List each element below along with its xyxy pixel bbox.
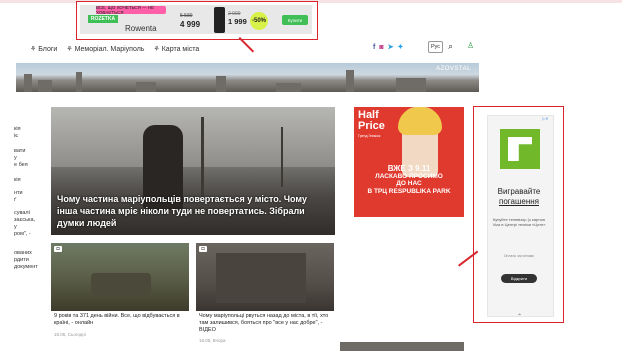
left-text[interactable]: рдити bbox=[14, 257, 48, 264]
building bbox=[396, 78, 426, 92]
ad-heading-line: Вигравайте bbox=[497, 187, 541, 196]
left-text[interactable]: сувалі bbox=[14, 210, 48, 217]
vehicle bbox=[91, 273, 151, 295]
pole bbox=[201, 117, 204, 197]
left-text[interactable]: ованих bbox=[14, 250, 48, 257]
ad-line: ДО НАС bbox=[396, 180, 422, 187]
sprout-icon: ⚘ bbox=[66, 46, 73, 53]
ad-line: ЛАСКАВО ПРОСИМО bbox=[375, 172, 443, 180]
nav-label: Блоги bbox=[38, 45, 58, 53]
nav-label: Меморіал. Маріуполь bbox=[74, 45, 145, 53]
ruined-building bbox=[216, 253, 306, 303]
ad-old-price-1: 5 589 bbox=[180, 13, 193, 19]
ad-heading-line: погашення bbox=[498, 197, 539, 206]
pole bbox=[281, 127, 283, 187]
nav-item-city-map[interactable]: ⚘ Карта міста bbox=[153, 45, 200, 54]
building bbox=[24, 74, 32, 92]
sprout-icon: ⚘ bbox=[153, 46, 160, 53]
left-text[interactable]: нти bbox=[14, 190, 48, 197]
left-text[interactable]: кія bbox=[14, 126, 48, 133]
user-icon[interactable]: ♙ bbox=[467, 41, 474, 50]
social-links: f ◙ ➤ ✦ bbox=[373, 43, 403, 52]
article-date: 18.05, Вчора bbox=[199, 338, 226, 343]
next-article-thumb[interactable] bbox=[340, 342, 464, 351]
left-news-column: кія іє вати у е бея кія нти ґ сувалі зає… bbox=[14, 126, 48, 271]
bank-logo bbox=[500, 129, 540, 169]
ad-buy-button[interactable]: Купити bbox=[282, 15, 308, 25]
ad-price-2: 1 999 bbox=[228, 17, 247, 26]
left-text[interactable]: ром", - bbox=[14, 231, 48, 238]
ad-heading: Вигравайте погашення bbox=[488, 187, 550, 207]
telegram-icon[interactable]: ➤ bbox=[388, 43, 394, 51]
half-price-ad[interactable]: Half Price Гренд Знижок ВЖЕ З 9.11 ЛАСКАВ… bbox=[354, 107, 464, 217]
left-text[interactable]: у bbox=[14, 224, 48, 231]
building bbox=[276, 83, 301, 92]
building bbox=[346, 70, 354, 92]
left-text[interactable]: ґ bbox=[14, 197, 48, 204]
top-ad-content[interactable]: ВСЕ, ЩО ХОЧЕТЬСЯ — НЕ ХОВАЄТЬСЯ ROZETKA … bbox=[80, 5, 312, 34]
nav-label: Карта міста bbox=[161, 45, 200, 53]
article-caption[interactable]: Чому маріупольці рвуться назад до міста,… bbox=[199, 313, 333, 334]
left-text[interactable]: у bbox=[14, 155, 48, 162]
building bbox=[136, 82, 156, 92]
article-date: 18.05, Сьогодні bbox=[54, 332, 86, 337]
article-thumb[interactable]: ◘ bbox=[196, 243, 334, 311]
ad-promo-text: ВСЕ, ЩО ХОЧЕТЬСЯ — НЕ ХОВАЄТЬСЯ bbox=[96, 5, 166, 15]
ad-title-line: Price bbox=[358, 120, 385, 132]
left-text[interactable]: е бея bbox=[14, 162, 48, 169]
ad-title: Half Price bbox=[358, 110, 385, 132]
language-switch[interactable]: Рус bbox=[428, 41, 443, 53]
model-hair bbox=[398, 107, 442, 135]
sprout-icon: ⚘ bbox=[30, 46, 37, 53]
ad-badge: ROZETKA bbox=[88, 15, 118, 23]
phone-image bbox=[214, 7, 225, 33]
top-ad-banner[interactable]: ВСЕ, ЩО ХОЧЕТЬСЯ — НЕ ХОВАЄТЬСЯ ROZETKA … bbox=[76, 1, 318, 40]
main-article[interactable]: Чому частина маріупольців повертається у… bbox=[51, 107, 335, 235]
adchoices-icon[interactable]: ▷✕ bbox=[542, 116, 548, 121]
building bbox=[216, 76, 226, 92]
ad-open-button[interactable]: Відкрити bbox=[501, 274, 537, 283]
building bbox=[38, 80, 52, 92]
left-text[interactable]: заєська, bbox=[14, 217, 48, 224]
right-ad-banner[interactable]: ▷✕ Вигравайте погашення Купуйте телевізо… bbox=[473, 106, 564, 323]
article-thumb[interactable]: ◘ bbox=[51, 243, 189, 311]
ad-subtitle: Гренд Знижок bbox=[358, 134, 381, 138]
search-icon[interactable]: ⌕ bbox=[448, 41, 453, 52]
main-article-title[interactable]: Чому частина маріупольців повертається у… bbox=[57, 193, 329, 229]
ad-discount-badge: -50% bbox=[250, 12, 268, 30]
building bbox=[76, 72, 82, 92]
sky bbox=[51, 107, 335, 167]
ad-line: ВЖЕ З 9.11 bbox=[387, 164, 431, 173]
ad-price-1: 4 999 bbox=[180, 20, 201, 29]
instagram-icon[interactable]: ◙ bbox=[379, 44, 383, 51]
article-caption[interactable]: 9 років та 371 день війни. Все, що відбу… bbox=[54, 313, 188, 327]
facebook-icon[interactable]: f bbox=[373, 44, 375, 51]
camera-icon: ◘ bbox=[199, 246, 207, 252]
city-panorama-banner[interactable]: AZOVSTAL bbox=[16, 63, 479, 92]
ad-fine-print: Оплата частинами bbox=[503, 254, 535, 258]
banner-label: AZOVSTAL bbox=[436, 66, 471, 72]
nav-item-memorial[interactable]: ⚘ Меморіал. Маріуполь bbox=[66, 45, 145, 54]
left-text[interactable]: вати bbox=[14, 148, 48, 155]
chevron-up-icon[interactable]: ⌃ bbox=[517, 313, 522, 320]
left-text[interactable]: іє bbox=[14, 133, 48, 140]
nav-item-blogs[interactable]: ⚘ Блоги bbox=[30, 45, 58, 54]
left-text[interactable]: документ bbox=[14, 264, 48, 271]
ad-line: В ТРЦ RESPUBLIKA PARK bbox=[367, 187, 451, 195]
ad-body: Купуйте телевізор (з картою Viza в Центр… bbox=[492, 217, 546, 227]
ad-text: ВЖЕ З 9.11 ЛАСКАВО ПРОСИМО ДО НАС В ТРЦ … bbox=[354, 165, 464, 195]
camera-icon: ◘ bbox=[54, 246, 62, 252]
logo-mark bbox=[508, 137, 532, 161]
main-nav: ⚘ Блоги ⚘ Меморіал. Маріуполь ⚘ Карта міста bbox=[30, 43, 199, 55]
twitter-icon[interactable]: ✦ bbox=[397, 43, 403, 51]
ad-brand: Rowenta bbox=[125, 24, 157, 33]
left-text[interactable]: кія bbox=[14, 177, 48, 184]
